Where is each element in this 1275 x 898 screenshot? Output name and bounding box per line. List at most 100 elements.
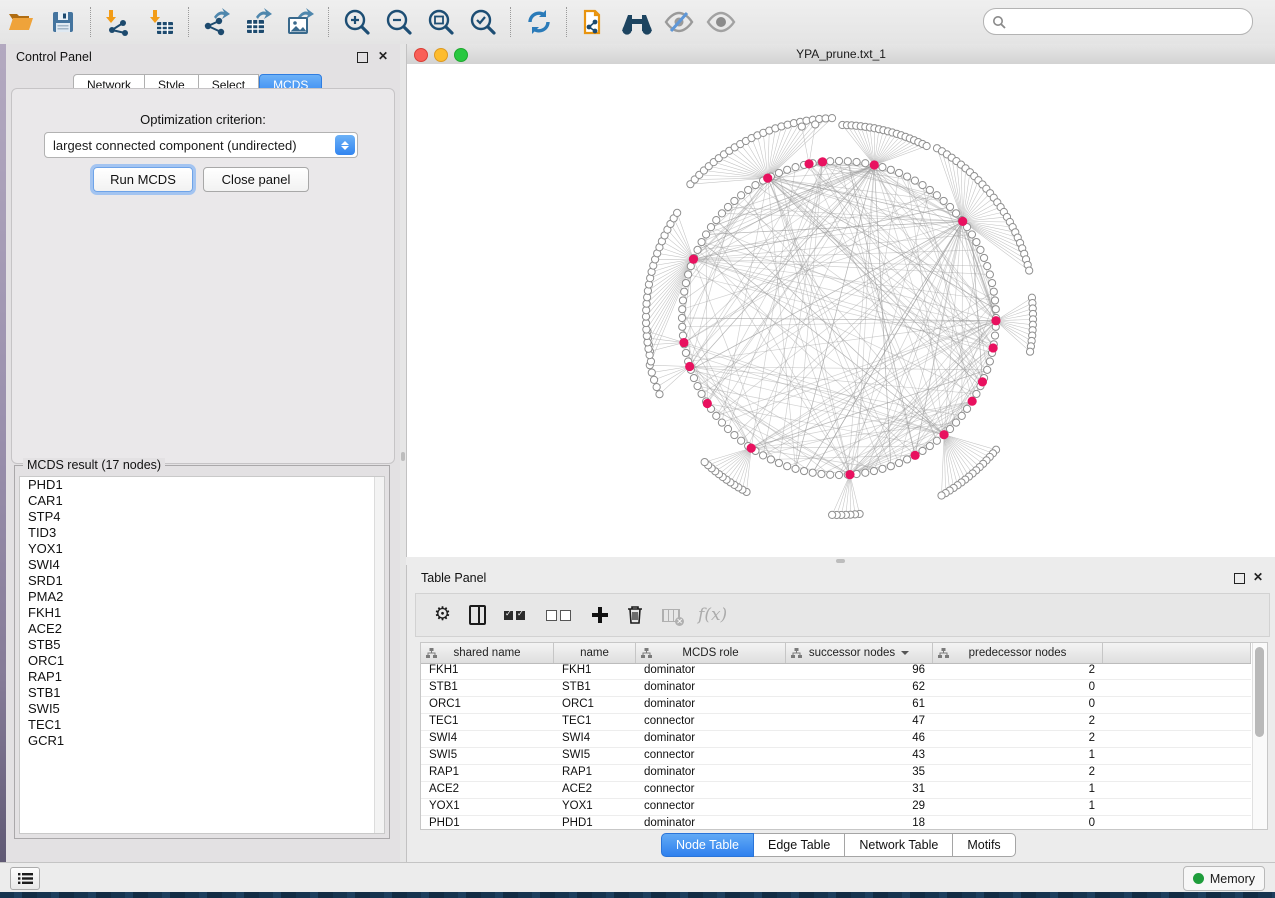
graph-node[interactable] <box>784 166 791 173</box>
graph-node[interactable] <box>895 169 902 176</box>
select-all-checks-icon[interactable] <box>504 611 528 620</box>
graph-node[interactable] <box>991 332 998 339</box>
table-scrollbar[interactable] <box>1252 643 1267 829</box>
graph-node[interactable] <box>986 271 993 278</box>
graph-node[interactable] <box>973 390 980 397</box>
graph-node[interactable] <box>968 231 975 238</box>
table-row[interactable]: ACE2ACE2connector311 <box>421 782 1251 799</box>
graph-node[interactable] <box>990 288 997 295</box>
mcds-result-item[interactable]: SRD1 <box>20 573 384 589</box>
table-row[interactable]: ORC1ORC1dominator610 <box>421 697 1251 714</box>
close-table-panel-icon[interactable]: ✕ <box>1253 570 1263 584</box>
graph-node[interactable] <box>724 425 731 432</box>
graph-node[interactable] <box>933 192 940 199</box>
graph-node[interactable] <box>694 383 701 390</box>
graph-node[interactable] <box>986 358 993 365</box>
graph-hub-node[interactable] <box>978 377 987 386</box>
graph-node[interactable] <box>798 123 805 130</box>
graph-node[interactable] <box>698 238 705 245</box>
graph-node[interactable] <box>818 470 825 477</box>
graph-node[interactable] <box>679 323 686 330</box>
close-panel-button[interactable]: Close panel <box>203 167 309 192</box>
graph-node[interactable] <box>713 412 720 419</box>
graph-node[interactable] <box>835 471 842 478</box>
graph-node[interactable] <box>952 419 959 426</box>
graph-node[interactable] <box>919 447 926 454</box>
refresh-icon[interactable] <box>522 5 556 39</box>
graph-node[interactable] <box>958 412 965 419</box>
horizontal-splitter[interactable] <box>406 557 1275 565</box>
table-row[interactable]: RAP1RAP1dominator352 <box>421 765 1251 782</box>
graph-node[interactable] <box>904 173 911 180</box>
run-mcds-button[interactable]: Run MCDS <box>93 167 193 192</box>
graph-node[interactable] <box>853 158 860 165</box>
graph-node[interactable] <box>775 459 782 466</box>
column-visibility-icon[interactable] <box>469 605 486 625</box>
graph-hub-node[interactable] <box>689 255 698 264</box>
graph-node[interactable] <box>767 456 774 463</box>
graph-node[interactable] <box>984 263 991 270</box>
graph-node[interactable] <box>827 158 834 165</box>
graph-node[interactable] <box>718 419 725 426</box>
graph-node[interactable] <box>829 511 836 518</box>
mcds-result-item[interactable]: TEC1 <box>20 717 384 733</box>
deselect-all-checks-icon[interactable] <box>546 610 574 621</box>
graph-node[interactable] <box>653 383 660 390</box>
search-network-binoculars-icon[interactable] <box>620 5 654 39</box>
clone-network-icon[interactable] <box>578 5 612 39</box>
graph-node[interactable] <box>887 166 894 173</box>
graph-node[interactable] <box>862 160 869 167</box>
mcds-result-item[interactable]: RAP1 <box>20 669 384 685</box>
show-tasks-list-button[interactable] <box>10 867 40 890</box>
splitter-handle[interactable] <box>836 559 845 563</box>
graph-node[interactable] <box>812 121 819 128</box>
hide-selected-eye-slash-icon[interactable] <box>662 5 696 39</box>
graph-hub-node[interactable] <box>911 451 920 460</box>
table-row[interactable]: SWI4SWI4dominator462 <box>421 731 1251 748</box>
graph-node[interactable] <box>904 456 911 463</box>
mcds-result-item[interactable]: FKH1 <box>20 605 384 621</box>
graph-hub-node[interactable] <box>703 399 712 408</box>
graph-node[interactable] <box>679 297 686 304</box>
column-header-predecessor-nodes[interactable]: predecessor nodes <box>933 643 1103 663</box>
save-session-icon[interactable] <box>46 5 80 39</box>
graph-node[interactable] <box>681 288 688 295</box>
graph-hub-node[interactable] <box>989 343 998 352</box>
graph-node[interactable] <box>745 186 752 193</box>
graph-node[interactable] <box>926 442 933 449</box>
graph-hub-node[interactable] <box>763 174 772 183</box>
graph-node[interactable] <box>759 452 766 459</box>
graph-node[interactable] <box>933 437 940 444</box>
graph-node[interactable] <box>701 458 708 465</box>
graph-hub-node[interactable] <box>679 338 688 347</box>
graph-node[interactable] <box>809 469 816 476</box>
graph-node[interactable] <box>911 177 918 184</box>
add-column-icon[interactable] <box>592 607 608 623</box>
graph-node[interactable] <box>731 197 738 204</box>
float-table-panel-icon[interactable] <box>1234 573 1245 584</box>
graph-node[interactable] <box>656 391 663 398</box>
table-row[interactable]: YOX1YOX1connector291 <box>421 799 1251 816</box>
graph-node[interactable] <box>879 164 886 171</box>
graph-node[interactable] <box>713 217 720 224</box>
graph-hub-node[interactable] <box>870 160 879 169</box>
column-header-successor-nodes[interactable]: successor nodes <box>786 643 933 663</box>
graph-hub-node[interactable] <box>991 316 1000 325</box>
graph-hub-node[interactable] <box>804 159 813 168</box>
zoom-selected-icon[interactable] <box>466 5 500 39</box>
mcds-result-item[interactable]: SWI5 <box>20 701 384 717</box>
graph-node[interactable] <box>940 197 947 204</box>
graph-node[interactable] <box>923 142 930 149</box>
graph-node[interactable] <box>792 164 799 171</box>
graph-node[interactable] <box>963 405 970 412</box>
graph-node[interactable] <box>988 279 995 286</box>
graph-node[interactable] <box>835 157 842 164</box>
graph-node[interactable] <box>682 349 689 356</box>
network-canvas[interactable] <box>407 64 1275 557</box>
graph-node[interactable] <box>844 158 851 165</box>
search-input[interactable] <box>1010 11 1252 33</box>
optimization-criterion-select[interactable]: largest connected component (undirected) <box>44 132 358 158</box>
graph-node[interactable] <box>938 492 945 499</box>
table-settings-gear-icon[interactable]: ⚙ <box>434 605 451 625</box>
show-all-eye-icon[interactable] <box>704 5 738 39</box>
